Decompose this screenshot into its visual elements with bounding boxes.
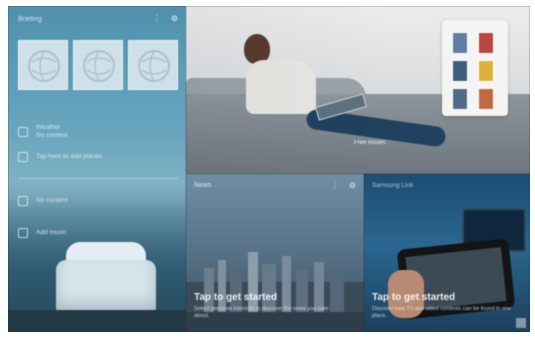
- weather-icon: [18, 127, 28, 137]
- briefing-tile[interactable]: [18, 40, 68, 90]
- weather-row-label: Weather: [36, 124, 61, 131]
- expand-icon[interactable]: [516, 318, 526, 328]
- settings-icon[interactable]: ⚙: [349, 181, 356, 190]
- news-tip-title: Tap to get started: [194, 292, 278, 303]
- music-row-label: Add music: [36, 229, 67, 236]
- music-row[interactable]: Add music: [18, 228, 66, 238]
- hero-banner[interactable]: Free Issues: [186, 6, 530, 174]
- armchair-illustration: [56, 242, 156, 312]
- magazine-widget[interactable]: [442, 20, 508, 116]
- magazine-cover[interactable]: [452, 32, 468, 54]
- divider: [18, 178, 178, 179]
- places-row-label: Tap here to add places: [36, 153, 102, 160]
- news-header: News: [194, 182, 212, 189]
- message-icon: [18, 196, 28, 206]
- weather-row[interactable]: Weather No content: [18, 124, 67, 140]
- settings-icon[interactable]: ⚙: [171, 14, 178, 23]
- briefing-tile[interactable]: [73, 40, 123, 90]
- briefing-header: Briefing: [18, 16, 42, 23]
- magazine-cover[interactable]: [452, 88, 468, 110]
- news-header-icons: ⋮ ⚙: [331, 181, 356, 190]
- magazine-cover[interactable]: [478, 32, 494, 54]
- samsung-link-header: Samsung Link: [372, 182, 414, 189]
- message-row[interactable]: No content: [18, 196, 67, 206]
- briefing-tiles: [18, 40, 178, 90]
- magazine-cover[interactable]: [478, 60, 494, 82]
- briefing-tile[interactable]: [128, 40, 178, 90]
- briefing-panel[interactable]: Briefing ⋮ ⚙ Weather No content Tap here…: [8, 6, 186, 332]
- places-row[interactable]: Tap here to add places: [18, 152, 102, 162]
- home-screen: Briefing ⋮ ⚙ Weather No content Tap here…: [8, 6, 530, 332]
- globe-icon: [83, 50, 115, 82]
- news-tile[interactable]: News ⋮ ⚙ Tap to get started Select perso…: [186, 174, 364, 332]
- magazine-cover[interactable]: [478, 88, 494, 110]
- samsung-link-tile[interactable]: Samsung Link Tap to get started Discover…: [364, 174, 530, 332]
- globe-icon: [138, 50, 170, 82]
- hero-caption[interactable]: Free Issues: [354, 140, 385, 146]
- briefing-header-icons: ⋮ ⚙: [153, 14, 178, 23]
- more-icon[interactable]: ⋮: [331, 181, 339, 190]
- calendar-icon: [18, 152, 28, 162]
- message-row-label: No content: [36, 197, 68, 204]
- floor: [8, 310, 186, 332]
- news-tip-body: Select personal interests to discover th…: [194, 306, 329, 319]
- music-icon: [18, 228, 28, 238]
- link-tip-title: Tap to get started: [372, 292, 456, 303]
- globe-icon: [28, 50, 60, 82]
- more-icon[interactable]: ⋮: [153, 14, 161, 23]
- weather-row-sublabel: No content: [36, 132, 68, 139]
- link-tip-body: Discover how TV and video contents can b…: [372, 306, 512, 319]
- magazine-cover[interactable]: [452, 60, 468, 82]
